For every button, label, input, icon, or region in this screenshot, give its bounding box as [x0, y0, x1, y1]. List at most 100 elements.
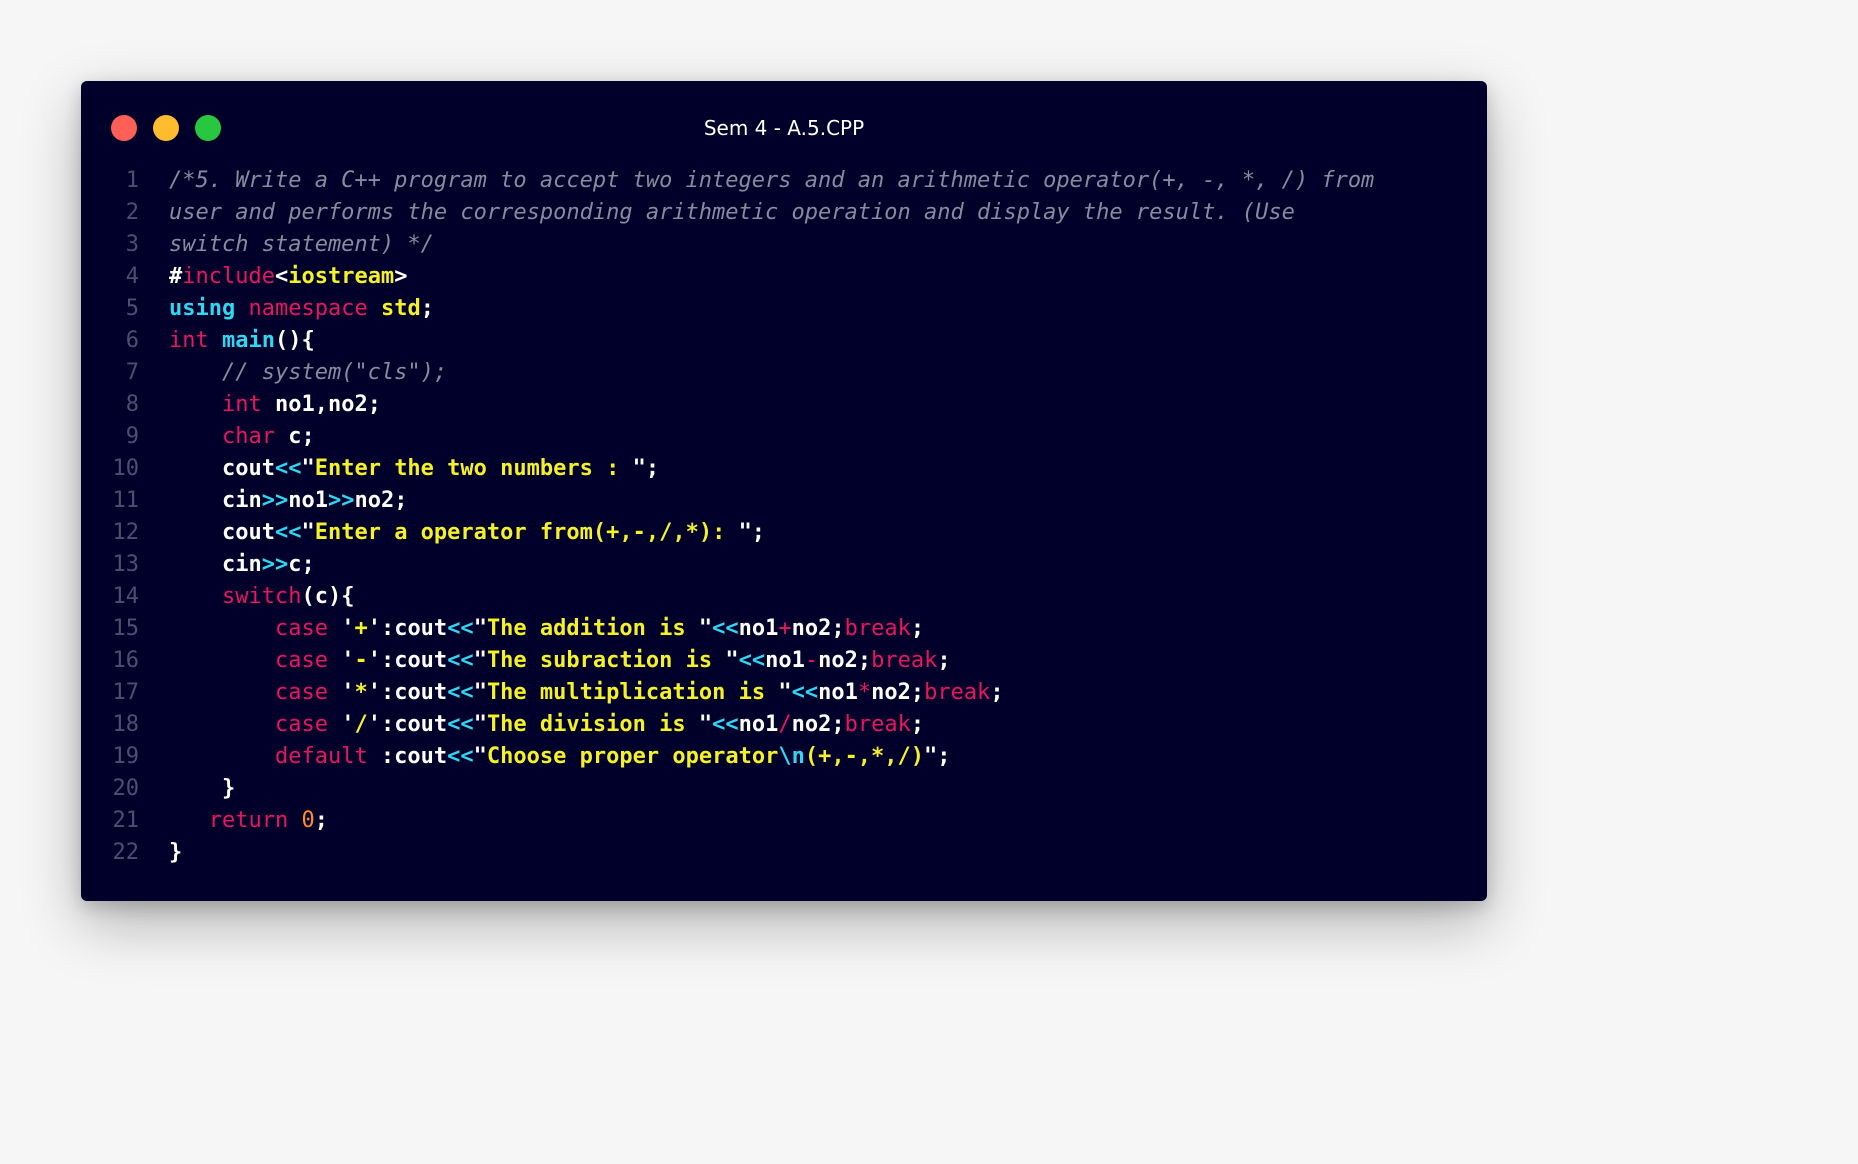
line-number: 8	[125, 392, 139, 417]
code-token: >>	[261, 488, 289, 513]
code-token: *	[354, 680, 368, 705]
line-code-text: // system("cls");	[169, 360, 447, 385]
code-token: "	[725, 648, 739, 673]
line-number: 10	[112, 456, 140, 481]
line-number: 7	[125, 360, 139, 385]
line-number: 4	[125, 264, 139, 289]
code-token: switch	[221, 584, 302, 609]
code-line: 21 return 0;	[81, 805, 1487, 837]
code-line: 5 using namespace std;	[81, 293, 1487, 325]
code-token: "	[473, 616, 487, 641]
code-token: no1	[818, 680, 858, 705]
code-token: ;	[910, 616, 925, 641]
code-line: 16 case '-':cout<<"The subraction is "<<…	[81, 645, 1487, 677]
line-number: 1	[125, 168, 139, 193]
line-code-text: switch statement) */	[169, 232, 434, 257]
code-token: 0	[301, 808, 315, 833]
code-token: <<	[274, 520, 302, 545]
code-token: ";	[632, 456, 660, 481]
code-token: >>	[261, 552, 289, 577]
code-token: no1	[765, 648, 805, 673]
line-code-text: cin>>no1>>no2;	[169, 488, 407, 513]
code-token: "	[473, 712, 487, 737]
code-token: >	[394, 264, 408, 289]
line-number: 14	[112, 584, 140, 609]
code-line: 3 switch statement) */	[81, 229, 1487, 261]
code-token: case	[274, 712, 328, 737]
code-token: // system("cls");	[221, 360, 448, 385]
code-line: 17 case '*':cout<<"The multiplication is…	[81, 677, 1487, 709]
code-line: 12 cout<<"Enter a operator from(+,-,/,*)…	[81, 517, 1487, 549]
code-token: #	[169, 264, 183, 289]
code-token: ";	[924, 744, 951, 769]
code-token: The addition is	[486, 616, 699, 641]
code-token: "	[698, 616, 713, 641]
code-token: +	[778, 616, 792, 641]
code-token: cin	[169, 488, 262, 513]
code-token: no2;	[871, 680, 925, 705]
code-token: '	[327, 712, 355, 737]
line-code-text: }	[169, 776, 235, 801]
line-code-text: case '+':cout<<"The addition is "<<no1+n…	[169, 616, 924, 641]
code-token: <<	[712, 712, 739, 737]
code-line: 9 char c;	[81, 421, 1487, 453]
code-token: break	[924, 680, 991, 705]
code-token: break	[844, 616, 911, 641]
code-token: ;	[910, 712, 925, 737]
code-token: ':cout	[367, 712, 448, 737]
code-token: /*5. Write a C++ program to accept two i…	[169, 168, 1375, 193]
code-token: char	[221, 424, 275, 449]
code-token: namespace	[248, 296, 368, 321]
code-token: (){	[274, 328, 315, 353]
code-token: <<	[712, 616, 739, 641]
code-token: /	[354, 712, 368, 737]
code-token: switch statement) */	[169, 232, 434, 257]
code-token: -	[354, 648, 368, 673]
line-code-text: int no1,no2;	[169, 392, 381, 417]
code-token: ;	[314, 808, 328, 833]
line-number: 18	[112, 712, 140, 737]
line-code-text: return 0;	[169, 808, 328, 833]
code-token: "	[473, 744, 487, 769]
code-area[interactable]: 1 /*5. Write a C++ program to accept two …	[81, 165, 1487, 869]
code-token: "	[778, 680, 792, 705]
line-number: 2	[125, 200, 139, 225]
code-token: ;	[420, 296, 434, 321]
code-token: <<	[274, 456, 302, 481]
code-token: The subraction is	[486, 648, 726, 673]
line-code-text: }	[169, 840, 182, 865]
line-number: 17	[112, 680, 140, 705]
code-token: no2;	[791, 616, 845, 641]
code-token: The division is	[486, 712, 699, 737]
line-code-text: case '-':cout<<"The subraction is "<<no1…	[169, 648, 951, 673]
line-code-text: cin>>c;	[169, 552, 315, 577]
line-number: 11	[112, 488, 140, 513]
code-token: no1,no2;	[261, 392, 381, 417]
code-token: return	[208, 808, 289, 833]
line-code-text: #include<iostream>	[169, 264, 407, 289]
code-token: '	[327, 680, 355, 705]
code-token: }	[169, 840, 183, 865]
code-token: no1	[738, 712, 779, 737]
code-token: default	[274, 744, 368, 769]
code-line: 15 case '+':cout<<"The addition is "<<no…	[81, 613, 1487, 645]
code-line: 1 /*5. Write a C++ program to accept two …	[81, 165, 1487, 197]
code-token: (+,-,*,/)	[804, 744, 925, 769]
code-token: ";	[738, 520, 766, 545]
code-token: <<	[447, 744, 474, 769]
code-token: ;	[937, 648, 951, 673]
line-number: 19	[112, 744, 140, 769]
code-token: int	[169, 328, 209, 353]
line-code-text: user and performs the corresponding arit…	[169, 200, 1295, 225]
line-number: 12	[112, 520, 140, 545]
line-code-text: int main(){	[169, 328, 315, 353]
code-token: /	[778, 712, 792, 737]
